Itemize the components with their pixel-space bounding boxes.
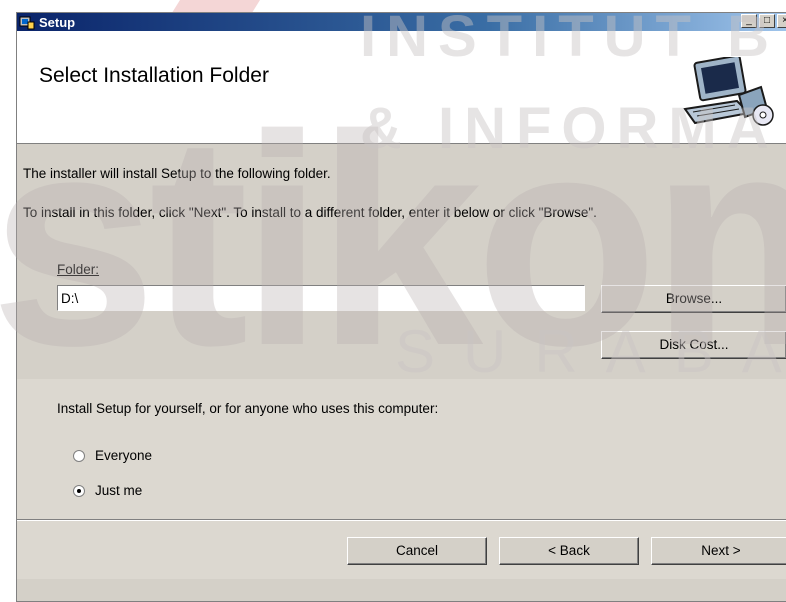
radio-everyone[interactable] <box>73 450 85 462</box>
folder-label-text: Folder: <box>57 262 100 277</box>
folder-label: Folder: <box>57 262 99 277</box>
page-title: Select Installation Folder <box>39 64 269 87</box>
header-banner: Select Installation Folder <box>17 31 786 144</box>
computer-icon <box>683 57 774 126</box>
install-description: The installer will install Setup to the … <box>23 166 331 181</box>
radio-just-me[interactable] <box>73 485 85 497</box>
maximize-button[interactable]: □ <box>759 14 775 28</box>
next-button[interactable]: Next > <box>651 537 786 565</box>
setup-app-icon <box>19 16 35 30</box>
install-scope-label: Install Setup for yourself, or for anyon… <box>57 401 439 416</box>
install-instructions: To install in this folder, click "Next".… <box>23 205 597 220</box>
radio-just-me-label[interactable]: Just me <box>95 483 142 498</box>
cancel-button[interactable]: Cancel <box>347 537 487 565</box>
folder-input[interactable] <box>57 285 585 311</box>
setup-window: Setup _ □ × Select Installation Folder T… <box>16 12 786 602</box>
title-bar[interactable]: Setup _ □ × <box>17 13 786 31</box>
disk-cost-button[interactable]: Disk Cost... <box>601 331 786 359</box>
bottom-separator <box>17 519 786 521</box>
back-button[interactable]: < Back <box>499 537 639 565</box>
browse-button[interactable]: Browse... <box>601 285 786 313</box>
minimize-button[interactable]: _ <box>741 14 757 28</box>
close-button[interactable]: × <box>777 14 786 28</box>
window-title: Setup <box>39 14 76 30</box>
radio-everyone-label[interactable]: Everyone <box>95 448 152 463</box>
